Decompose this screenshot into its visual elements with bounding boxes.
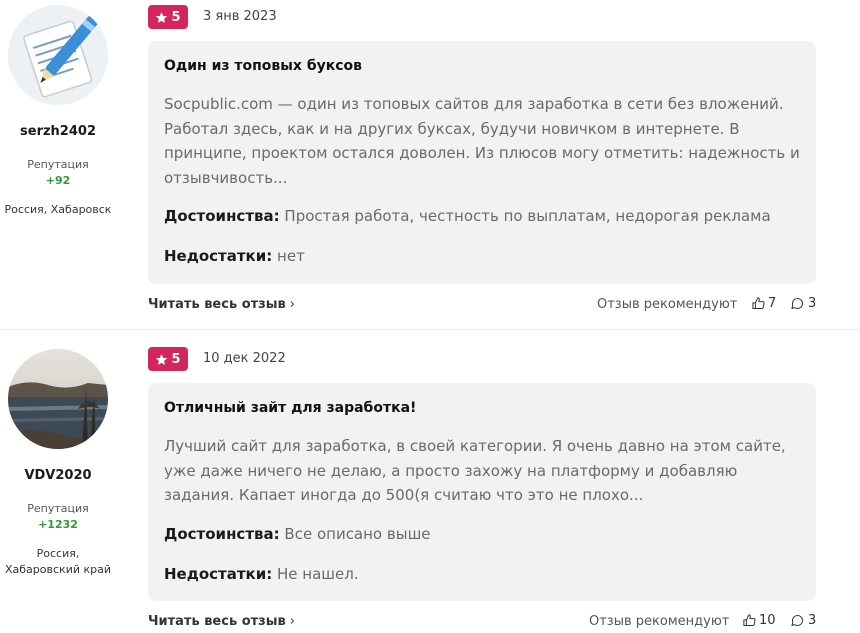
review-date: 10 дек 2022 — [203, 351, 286, 366]
read-more-link[interactable]: Читать весь отзыв › — [148, 297, 295, 312]
read-more-label: Читать весь отзыв — [148, 614, 286, 629]
cons-label: Недостатки: — [164, 247, 273, 265]
review-title[interactable]: Один из топовых буксов — [164, 58, 362, 74]
chevron-right-icon: › — [289, 297, 295, 312]
author-name[interactable]: serzh2402 — [0, 124, 116, 139]
author-name[interactable]: VDV2020 — [0, 468, 116, 483]
landscape-photo-avatar — [8, 349, 108, 449]
reputation-label: Репутация — [27, 502, 89, 515]
likes-button[interactable]: 10 — [742, 613, 776, 628]
comment-icon — [791, 298, 803, 309]
comment-icon — [791, 615, 803, 626]
recommend-label: Отзыв рекомендуют — [589, 614, 730, 629]
pros-text: Простая работа, честность по выплатам, н… — [284, 207, 771, 225]
recommend-label: Отзыв рекомендуют — [597, 297, 738, 312]
likes-count: 10 — [759, 613, 776, 628]
thumbs-up-icon — [743, 614, 756, 626]
chevron-right-icon: › — [289, 614, 295, 629]
pros-label: Достоинства: — [164, 525, 280, 543]
pen-and-notepad-icon — [8, 5, 108, 105]
likes-count: 7 — [768, 296, 777, 311]
review-author: serzh2402 Репутация +92 Россия, Хабаровс… — [0, 0, 116, 218]
rating-value: 5 — [171, 351, 181, 367]
review-title[interactable]: Отличный зайт для заработка! — [164, 400, 416, 416]
review-pros: Достоинства: Все описано выше — [164, 525, 431, 543]
review-body: Socpublic.com — один из топовых сайтов д… — [164, 95, 800, 187]
reputation-value: +92 — [45, 174, 71, 187]
cons-label: Недостатки: — [164, 565, 273, 583]
rating-badge: 5 — [148, 5, 188, 29]
reputation-label: Репутация — [27, 158, 89, 171]
reputation-value: +1232 — [38, 518, 78, 531]
comments-button[interactable]: 3 — [790, 296, 816, 311]
comments-button[interactable]: 3 — [790, 613, 816, 628]
review-item: serzh2402 Репутация +92 Россия, Хабаровс… — [0, 0, 860, 329]
author-location: Россия, Хабаровск — [4, 203, 112, 216]
author-location: Россия, Хабаровский край — [5, 547, 111, 576]
cons-text: нет — [277, 247, 305, 265]
pros-text: Все описано выше — [284, 525, 431, 543]
rating-badge: 5 — [148, 347, 188, 371]
review-author: VDV2020 Репутация +1232 Россия, Хабаровс… — [0, 330, 116, 578]
star-icon — [156, 353, 168, 365]
thumbs-up-icon — [752, 297, 765, 309]
rating-value: 5 — [171, 9, 181, 25]
review-pros: Достоинства: Простая работа, честность п… — [164, 207, 771, 225]
cons-text: Не нашел. — [277, 565, 359, 583]
review-item: VDV2020 Репутация +1232 Россия, Хабаровс… — [0, 329, 860, 633]
avatar[interactable] — [8, 5, 108, 105]
review-card: Один из топовых буксов Socpublic.com — о… — [148, 41, 816, 284]
comments-count: 3 — [808, 296, 817, 311]
review-card: Отличный зайт для заработка! Лучший сайт… — [148, 383, 816, 601]
pros-label: Достоинства: — [164, 207, 280, 225]
review-body: Лучший сайт для заработка, в своей катег… — [164, 437, 786, 504]
star-icon — [156, 11, 168, 23]
likes-button[interactable]: 7 — [751, 296, 776, 311]
review-cons: Недостатки: Не нашел. — [164, 565, 359, 583]
review-cons: Недостатки: нет — [164, 247, 305, 265]
read-more-label: Читать весь отзыв — [148, 297, 286, 312]
avatar[interactable] — [8, 349, 108, 449]
read-more-link[interactable]: Читать весь отзыв › — [148, 614, 295, 629]
comments-count: 3 — [808, 613, 817, 628]
review-date: 3 янв 2023 — [203, 9, 277, 24]
